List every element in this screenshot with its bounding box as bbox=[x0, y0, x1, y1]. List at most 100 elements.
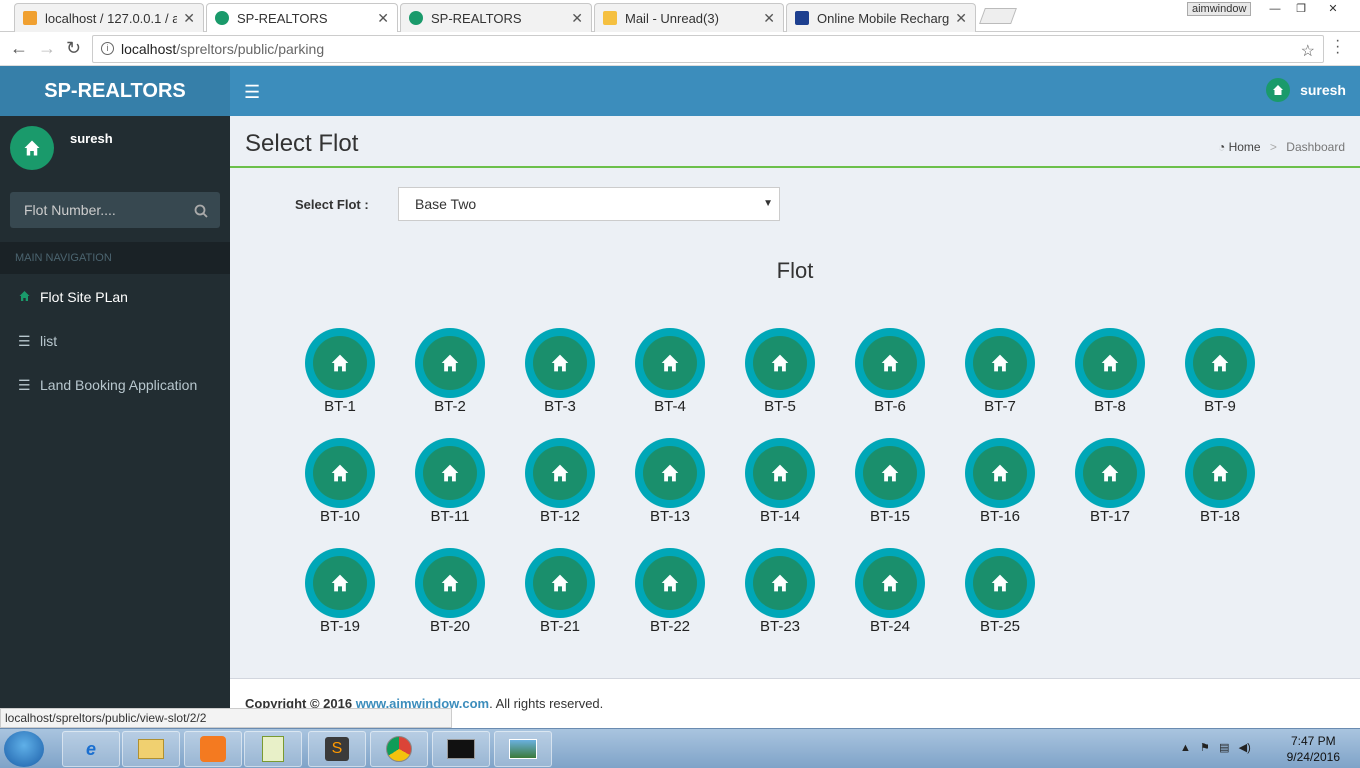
plot-tile[interactable]: BT-24 bbox=[840, 548, 940, 640]
plot-core bbox=[643, 446, 697, 500]
phpmyadmin-icon bbox=[23, 11, 37, 25]
plot-tile[interactable]: BT-15 bbox=[840, 438, 940, 530]
url-input[interactable]: i localhost/spreltors/public/parking ☆ bbox=[92, 35, 1324, 63]
close-window-icon[interactable]: ✕ bbox=[1322, 2, 1344, 16]
plot-core bbox=[643, 556, 697, 610]
avatar bbox=[10, 126, 54, 170]
sidebar-item-list[interactable]: ☰ list bbox=[0, 319, 230, 363]
plot-tile[interactable]: BT-3 bbox=[510, 328, 610, 420]
breadcrumb-home[interactable]: Home bbox=[1229, 140, 1261, 154]
notepad-plus-icon[interactable] bbox=[244, 731, 302, 767]
plot-tile[interactable]: BT-12 bbox=[510, 438, 610, 530]
plot-tile[interactable]: BT-25 bbox=[950, 548, 1050, 640]
plot-tile[interactable]: BT-11 bbox=[400, 438, 500, 530]
sidebar-item-flot-site-plan[interactable]: Flot Site PLan bbox=[0, 275, 230, 319]
back-arrow-icon[interactable]: ← bbox=[10, 38, 28, 59]
chrome-icon[interactable] bbox=[370, 731, 428, 767]
plot-tile[interactable]: BT-14 bbox=[730, 438, 830, 530]
plot-tile[interactable]: BT-6 bbox=[840, 328, 940, 420]
select-flot-label: Select Flot : bbox=[295, 197, 369, 212]
forward-arrow-icon[interactable]: → bbox=[38, 38, 56, 59]
profile-chip[interactable]: aimwindow bbox=[1187, 2, 1252, 16]
plot-tile[interactable]: BT-19 bbox=[290, 548, 390, 640]
plot-badge bbox=[1075, 328, 1145, 398]
close-icon[interactable]: ✕ bbox=[955, 10, 967, 27]
plot-tile[interactable]: BT-13 bbox=[620, 438, 720, 530]
plot-tile[interactable]: BT-2 bbox=[400, 328, 500, 420]
plot-tile[interactable]: BT-9 bbox=[1170, 328, 1270, 420]
browser-tab-sp-realtors[interactable]: SP-REALTORS ✕ bbox=[400, 3, 592, 32]
plot-label: BT-20 bbox=[429, 618, 471, 635]
browser-tab-bar: localhost / 127.0.0.1 / aim ✕ SP-REALTOR… bbox=[0, 0, 1360, 32]
sublime-text-icon[interactable]: S bbox=[308, 731, 366, 767]
plot-badge bbox=[525, 438, 595, 508]
new-tab-button[interactable] bbox=[979, 8, 1017, 24]
command-prompt-icon[interactable] bbox=[432, 731, 490, 767]
plot-tile[interactable]: BT-7 bbox=[950, 328, 1050, 420]
plot-tile[interactable]: BT-5 bbox=[730, 328, 830, 420]
plot-tile[interactable]: BT-17 bbox=[1060, 438, 1160, 530]
clock-time: 7:47 PM bbox=[1290, 734, 1336, 748]
search-icon[interactable] bbox=[194, 192, 208, 228]
browser-tab-phpmyadmin[interactable]: localhost / 127.0.0.1 / aim ✕ bbox=[14, 3, 204, 32]
plot-tile[interactable]: BT-22 bbox=[620, 548, 720, 640]
plot-tile[interactable]: BT-20 bbox=[400, 548, 500, 640]
internet-explorer-icon[interactable]: e bbox=[62, 731, 120, 767]
reload-icon[interactable]: ↻ bbox=[66, 38, 81, 59]
plot-core bbox=[423, 446, 477, 500]
plot-label: BT-10 bbox=[319, 508, 361, 525]
bookmark-star-icon[interactable]: ☆ bbox=[1301, 39, 1315, 65]
browser-tab-mail[interactable]: Mail - Unread(3) ✕ bbox=[594, 3, 784, 32]
minimize-icon[interactable]: — bbox=[1264, 2, 1286, 16]
close-icon[interactable]: ✕ bbox=[763, 10, 775, 27]
user-avatar bbox=[1266, 78, 1291, 102]
plot-core bbox=[423, 556, 477, 610]
plot-label: BT-14 bbox=[759, 508, 801, 525]
brand-logo[interactable]: SP-REALTORS bbox=[0, 66, 230, 116]
home-icon bbox=[409, 11, 423, 25]
plot-tile[interactable]: BT-18 bbox=[1170, 438, 1270, 530]
close-icon[interactable]: ✕ bbox=[377, 10, 389, 27]
plot-tile[interactable]: BT-1 bbox=[290, 328, 390, 420]
sidebar-item-land-booking[interactable]: ☰ Land Booking Application bbox=[0, 363, 230, 407]
taskbar-clock[interactable]: 7:47 PM 9/24/2016 bbox=[1287, 733, 1340, 765]
home-icon bbox=[991, 574, 1009, 592]
plot-core bbox=[1193, 336, 1247, 390]
url-host: localhost bbox=[121, 41, 177, 57]
plot-core bbox=[1083, 446, 1137, 500]
home-icon bbox=[661, 574, 679, 592]
plot-tile[interactable]: BT-4 bbox=[620, 328, 720, 420]
select-flot-dropdown[interactable]: Base Two ▼ bbox=[398, 187, 780, 221]
plot-badge bbox=[1185, 328, 1255, 398]
restore-icon[interactable]: ❐ bbox=[1290, 2, 1312, 16]
home-icon bbox=[1101, 464, 1119, 482]
user-menu[interactable]: suresh bbox=[1266, 78, 1346, 102]
plot-tile[interactable]: BT-16 bbox=[950, 438, 1050, 530]
plot-tile[interactable]: BT-10 bbox=[290, 438, 390, 530]
system-tray[interactable]: ▲ ⚑ ▤ ◀) bbox=[1180, 741, 1251, 754]
hamburger-menu-icon[interactable]: ☰ bbox=[244, 82, 260, 103]
plot-label: BT-25 bbox=[979, 618, 1021, 635]
browser-tab-recharge[interactable]: Online Mobile Recharge ✕ bbox=[786, 3, 976, 32]
file-explorer-icon[interactable] bbox=[122, 731, 180, 767]
image-viewer-icon[interactable] bbox=[494, 731, 552, 767]
plot-label: BT-15 bbox=[869, 508, 911, 525]
xampp-icon[interactable] bbox=[184, 731, 242, 767]
plot-core bbox=[753, 556, 807, 610]
info-icon[interactable]: i bbox=[101, 42, 114, 55]
plot-label: BT-8 bbox=[1094, 398, 1126, 415]
flot-search-input[interactable]: Flot Number.... bbox=[10, 192, 220, 228]
browser-tab-sp-realtors-active[interactable]: SP-REALTORS ✕ bbox=[206, 3, 398, 32]
plot-tile[interactable]: BT-21 bbox=[510, 548, 610, 640]
start-button[interactable] bbox=[4, 731, 44, 767]
home-icon bbox=[991, 354, 1009, 372]
close-icon[interactable]: ✕ bbox=[183, 10, 195, 27]
plot-core bbox=[313, 556, 367, 610]
plot-tile[interactable]: BT-23 bbox=[730, 548, 830, 640]
home-icon bbox=[18, 275, 40, 319]
plot-core bbox=[753, 336, 807, 390]
browser-menu-icon[interactable]: · · · bbox=[1335, 33, 1340, 61]
plot-tile[interactable]: BT-8 bbox=[1060, 328, 1160, 420]
close-icon[interactable]: ✕ bbox=[571, 10, 583, 27]
home-icon bbox=[1211, 354, 1229, 372]
